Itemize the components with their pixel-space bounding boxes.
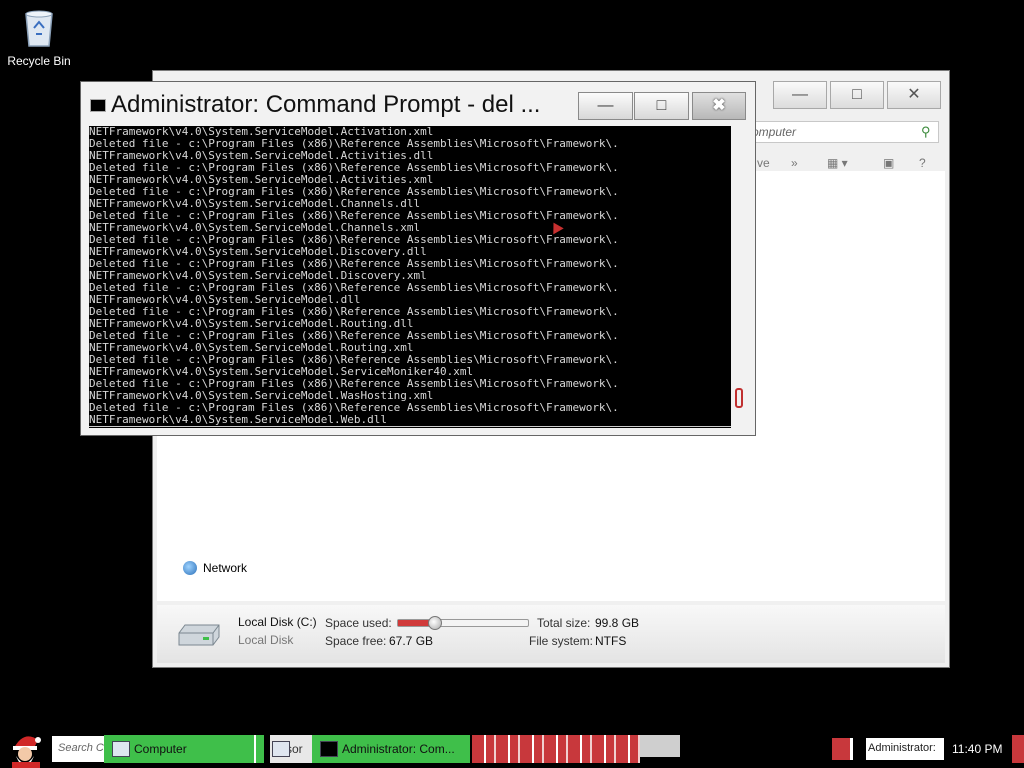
drive-name: Local Disk (C:) (238, 615, 317, 629)
space-free-value: 67.7 GB (389, 634, 434, 648)
console-line: NETFramework\v4.0\System.ServiceModel.We… (89, 414, 731, 427)
view-button[interactable]: ve (757, 156, 770, 170)
space-free-label: Space free: (325, 634, 387, 648)
taskbar-item-label: Administrator: Com... (342, 742, 455, 756)
taskbar: Search C Computer sor Administrator: Com… (0, 730, 1024, 768)
taskbar-item-label: Computer (134, 742, 187, 756)
preview-pane-icon[interactable]: ▣ (883, 156, 894, 170)
computer-icon (112, 741, 130, 757)
space-used-bar (397, 616, 529, 630)
file-system-label: File system: (529, 634, 594, 648)
search-input[interactable]: Search C (52, 736, 106, 762)
space-used-marker (428, 616, 443, 630)
console-output[interactable]: NETFramework\v4.0\System.ServiceModel.Ac… (89, 126, 731, 428)
network-icon (183, 561, 197, 575)
explorer-search-input[interactable]: omputer (747, 121, 939, 143)
explorer-minimize-button[interactable]: — (773, 81, 827, 109)
search-icon[interactable]: ⚲ (921, 124, 931, 140)
scrollbar-thumb[interactable] (735, 388, 743, 408)
space-used-label: Space used: (325, 616, 392, 630)
window-icon (272, 741, 290, 757)
tray-flag-icon[interactable] (832, 738, 853, 760)
cmd-icon (320, 741, 338, 757)
recycle-bin-label: Recycle Bin (7, 54, 71, 68)
recycle-bin-shortcut[interactable]: Recycle Bin (4, 6, 74, 68)
explorer-close-button[interactable]: ✕ (887, 81, 941, 109)
tray-notification[interactable]: Administrator: (866, 738, 944, 760)
file-system-value: NTFS (595, 634, 627, 648)
console-scrollbar[interactable] (733, 126, 747, 428)
taskbar-item-command-prompt[interactable]: Administrator: Com... (312, 735, 470, 763)
explorer-toolbar: ve » ▦ ▾ ▣ ? (747, 153, 937, 173)
nav-item-network[interactable]: Network (183, 561, 247, 575)
taskbar-items-strip[interactable] (472, 735, 640, 763)
total-size-label: Total size: (537, 616, 591, 630)
help-button[interactable]: ? (919, 156, 926, 170)
details-pane: Local Disk (C:) Local Disk Space used: S… (157, 605, 945, 663)
view-options-icon[interactable]: ▦ ▾ (827, 156, 848, 170)
window-title: Administrator: Command Prompt - del ... (111, 91, 541, 118)
maximize-button[interactable]: □ (634, 92, 689, 120)
start-button-santa-icon[interactable] (4, 730, 48, 768)
nav-item-label: Network (203, 561, 248, 575)
explorer-maximize-button[interactable]: □ (830, 81, 884, 109)
cmd-icon (90, 99, 106, 112)
drive-type: Local Disk (238, 633, 294, 647)
taskbar-empty-slot (640, 735, 680, 757)
show-desktop-button[interactable] (1012, 735, 1024, 763)
taskbar-item-computer[interactable]: Computer (104, 735, 264, 763)
more-chevron-icon[interactable]: » (791, 156, 798, 170)
clock[interactable]: 11:40 PM (952, 742, 1002, 756)
recycle-bin-icon (22, 6, 56, 48)
total-size-value: 99.8 GB (595, 616, 640, 630)
close-button[interactable]: ✖ (692, 92, 746, 120)
hard-drive-icon (178, 624, 220, 646)
minimize-button[interactable]: — (578, 92, 633, 120)
taskbar-item-window[interactable]: sor (270, 735, 312, 763)
command-prompt-window[interactable]: Administrator: Command Prompt - del ... … (80, 81, 756, 436)
